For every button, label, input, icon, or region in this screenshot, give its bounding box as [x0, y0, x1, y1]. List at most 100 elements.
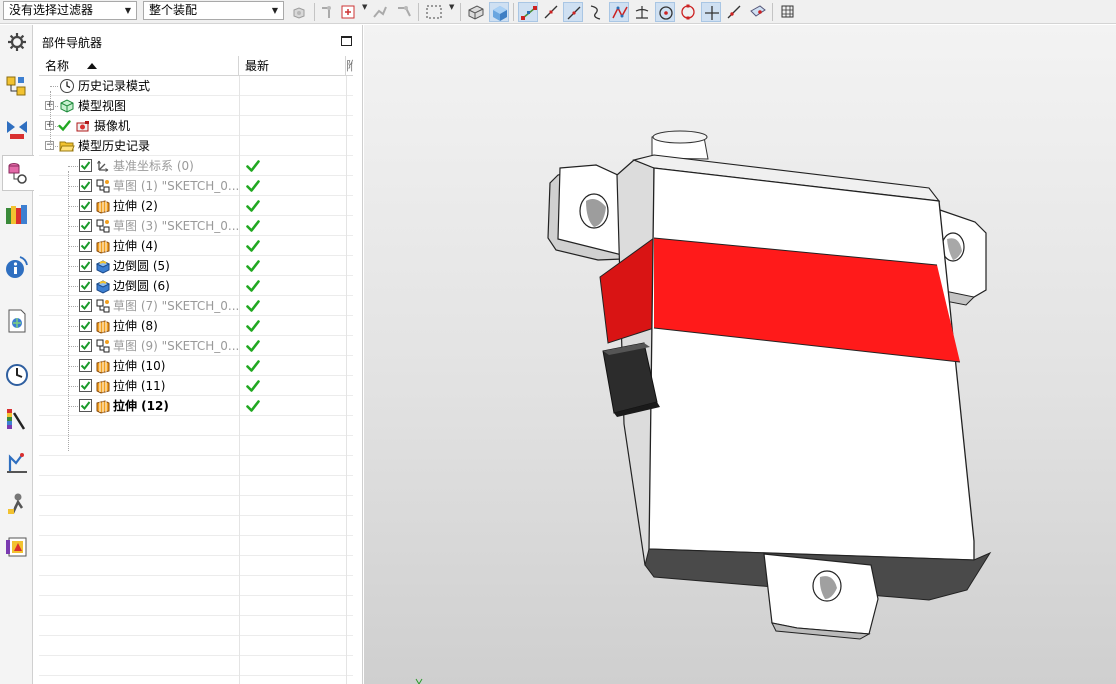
feature-row[interactable]: 拉伸 (8) [39, 316, 353, 336]
tree-node[interactable]: 历史记录模式 [39, 76, 353, 96]
perpendicular-icon[interactable] [632, 2, 652, 22]
shaded-icon[interactable] [489, 2, 509, 22]
intersection-icon[interactable] [609, 2, 629, 22]
feature-checkbox[interactable] [79, 199, 92, 212]
feature-checkbox[interactable] [79, 179, 92, 192]
feature-row[interactable]: 草图 (7) "SKETCH_0... [39, 296, 353, 316]
nx-application-window: 没有选择过滤器 ▼ 整个装配 ▼ ▼ ▼ 部件导航器 名称 最新 历史记录模式 … [0, 0, 1116, 684]
node-label: 草图 (1) "SKETCH_0... [113, 179, 240, 193]
part-navigator-icon[interactable] [2, 155, 34, 191]
feature-checkbox[interactable] [79, 299, 92, 312]
column-header-latest[interactable]: 最新 [239, 56, 346, 76]
feature-checkbox[interactable] [79, 399, 92, 412]
up-to-date-check-icon [246, 299, 260, 313]
node-label: 拉伸 (4) [113, 239, 158, 253]
feature-checkbox[interactable] [79, 319, 92, 332]
line-icon[interactable] [563, 2, 583, 22]
info-icon[interactable] [4, 253, 30, 281]
end-point-icon[interactable] [518, 2, 538, 22]
feature-checkbox[interactable] [79, 339, 92, 352]
sketch-icon [95, 178, 111, 194]
up-to-date-check-icon [246, 219, 260, 233]
feature-checkbox[interactable] [79, 379, 92, 392]
quadrant-icon[interactable] [678, 2, 698, 22]
folder-open-icon [59, 138, 75, 154]
feature-checkbox[interactable] [79, 359, 92, 372]
point-icon[interactable] [701, 2, 721, 22]
node-label: 基准坐标系 (0) [113, 159, 194, 173]
model-views-icon [59, 98, 75, 114]
column-header-name-label: 名称 [45, 59, 70, 73]
feature-checkbox[interactable] [79, 279, 92, 292]
extrude-icon [95, 198, 111, 214]
feature-row[interactable]: 拉伸 (10) [39, 356, 353, 376]
feature-checkbox[interactable] [79, 259, 92, 272]
feature-row[interactable]: 拉伸 (2) [39, 196, 353, 216]
graphics-window[interactable] [364, 25, 1116, 684]
constraint-navigator-icon[interactable] [4, 115, 30, 143]
feature-row[interactable]: 草图 (3) "SKETCH_0... [39, 216, 353, 236]
feature-row[interactable]: 拉伸 (11) [39, 376, 353, 396]
resource-bar [0, 25, 34, 684]
feature-row[interactable]: 基准坐标系 (0) [39, 156, 353, 176]
column-header-name[interactable]: 名称 [39, 56, 239, 76]
node-label: 模型视图 [78, 99, 127, 113]
feature-row[interactable]: 草图 (1) "SKETCH_0... [39, 176, 353, 196]
sort-ascending-icon [87, 63, 97, 69]
node-label: 拉伸 (11) [113, 379, 166, 393]
snap-point-icon[interactable] [394, 2, 414, 22]
snap-point-icon[interactable] [319, 2, 339, 22]
chevron-down-icon: ▼ [124, 6, 132, 15]
roles-icon[interactable] [4, 491, 30, 519]
tree-node[interactable]: − 模型历史记录 [39, 136, 353, 156]
feature-checkbox[interactable] [79, 219, 92, 232]
extrude-icon [95, 318, 111, 334]
point-on-curve-icon[interactable] [724, 2, 744, 22]
palette-icon[interactable] [4, 533, 30, 561]
tree-node[interactable]: + 模型视图 [39, 96, 353, 116]
extrude-icon [95, 398, 111, 414]
top-toolbar: 没有选择过滤器 ▼ 整个装配 ▼ ▼ ▼ [0, 0, 1116, 24]
grid-icon[interactable] [778, 2, 798, 22]
feature-row[interactable]: 拉伸 (4) [39, 236, 353, 256]
snap-point-options-icon[interactable] [339, 2, 359, 22]
face-icon[interactable] [748, 2, 768, 22]
curve-icon[interactable] [586, 2, 606, 22]
node-label: 边倒圆 (6) [113, 279, 170, 293]
servo-housing-3d-model[interactable] [364, 25, 1116, 684]
extrude-icon [95, 358, 111, 374]
column-header-extra[interactable]: 附 [346, 56, 353, 76]
node-label: 拉伸 (12) [113, 399, 169, 413]
reuse-library-icon[interactable] [4, 201, 30, 229]
mid-point-icon[interactable] [541, 2, 561, 22]
gear-icon[interactable] [4, 29, 30, 57]
navigator-title: 部件导航器 [42, 36, 103, 50]
feature-row[interactable]: 边倒圆 (5) [39, 256, 353, 276]
feature-row[interactable]: 草图 (9) "SKETCH_0... [39, 336, 353, 356]
selection-filter-dropdown[interactable]: 没有选择过滤器 ▼ [3, 1, 137, 20]
camera-icon [75, 118, 91, 134]
shaded-with-edges-icon[interactable] [466, 2, 486, 22]
rectangle-select-icon[interactable] [424, 2, 444, 22]
node-label: 拉伸 (10) [113, 359, 166, 373]
visibility-check-icon[interactable] [58, 119, 71, 132]
tree-node[interactable]: + 摄像机 [39, 116, 353, 136]
edge-blend-icon [95, 278, 111, 294]
process-studio-icon[interactable] [4, 449, 30, 477]
history-icon[interactable] [4, 361, 30, 389]
assembly-navigator-icon[interactable] [4, 73, 30, 101]
circle-center-icon[interactable] [655, 2, 675, 22]
feature-row[interactable]: 拉伸 (12) [39, 396, 353, 416]
system-materials-icon[interactable] [4, 405, 30, 433]
maximize-icon[interactable] [341, 36, 352, 46]
up-to-date-check-icon [246, 179, 260, 193]
fit-icon[interactable] [370, 2, 390, 22]
web-browser-icon[interactable] [4, 307, 30, 335]
part-navigator-tree: 名称 最新 附 历史记录模式 +模型视图+摄像机−模型历史记录基准坐标系 (0) 草… [39, 56, 353, 684]
assembly-icon[interactable] [290, 2, 310, 22]
feature-checkbox[interactable] [79, 159, 92, 172]
assembly-scope-dropdown[interactable]: 整个装配 ▼ [143, 1, 284, 20]
feature-checkbox[interactable] [79, 239, 92, 252]
feature-row[interactable]: 边倒圆 (6) [39, 276, 353, 296]
datum-csys-icon [95, 158, 111, 174]
